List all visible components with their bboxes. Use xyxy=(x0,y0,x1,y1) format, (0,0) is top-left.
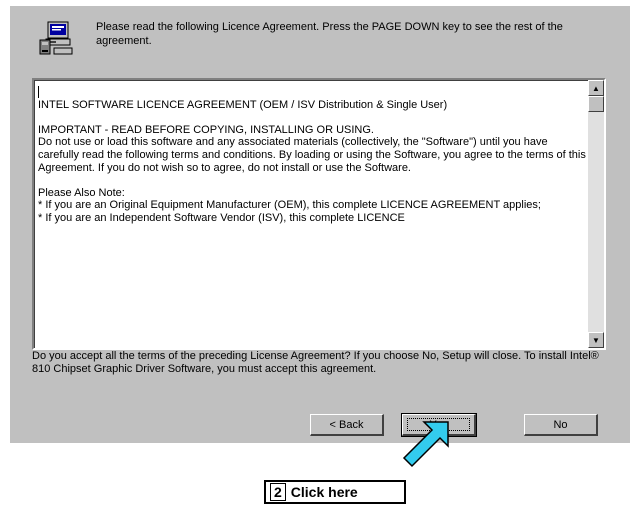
accept-question: Do you accept all the terms of the prece… xyxy=(32,350,599,375)
license-dialog: Please read the following Licence Agreem… xyxy=(10,6,630,443)
back-button[interactable]: < Back xyxy=(310,414,384,436)
vertical-scrollbar[interactable]: ▲ ▼ xyxy=(588,80,604,348)
scroll-thumb[interactable] xyxy=(588,96,604,112)
license-important-paragraph: IMPORTANT - READ BEFORE COPYING, INSTALL… xyxy=(38,123,586,174)
instruction-text: Please read the following Licence Agreem… xyxy=(96,21,563,47)
scroll-down-arrow-icon[interactable]: ▼ xyxy=(588,332,604,348)
license-title-line: INTEL SOFTWARE LICENCE AGREEMENT (OEM / … xyxy=(38,98,448,111)
license-text-area[interactable]: INTEL SOFTWARE LICENCE AGREEMENT (OEM / … xyxy=(32,78,606,350)
scroll-up-arrow-icon[interactable]: ▲ xyxy=(588,80,604,96)
click-here-callout: 2 Click here xyxy=(264,480,406,504)
license-note-paragraph: Please Also Note: * If you are an Origin… xyxy=(38,186,541,224)
callout-text: Click here xyxy=(290,484,358,500)
license-text-content: INTEL SOFTWARE LICENCE AGREEMENT (OEM / … xyxy=(38,86,586,344)
pointer-arrow-icon xyxy=(402,421,449,468)
computer-install-icon xyxy=(39,21,73,55)
no-button[interactable]: No xyxy=(524,414,598,436)
step-number: 2 xyxy=(270,483,286,501)
text-caret xyxy=(38,86,39,98)
